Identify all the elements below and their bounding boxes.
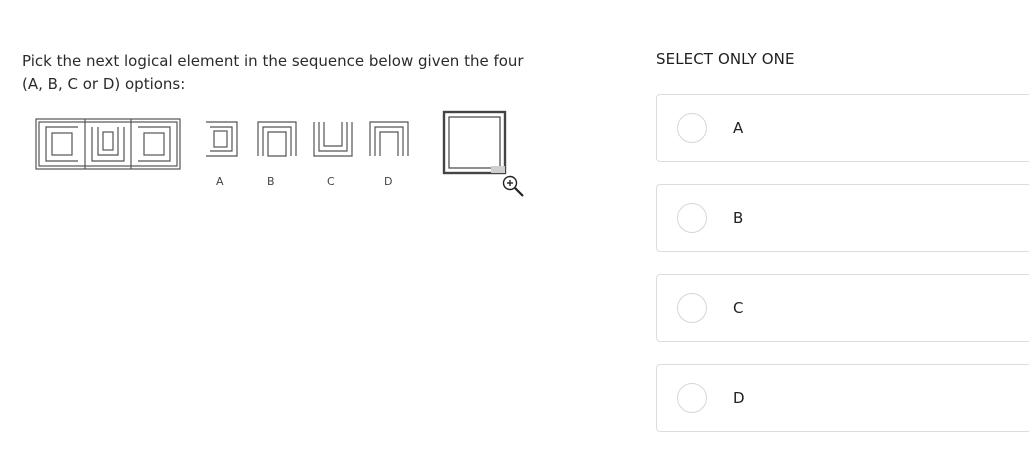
answer-option-a[interactable]: A bbox=[656, 94, 1029, 162]
radio-button-d[interactable] bbox=[677, 383, 707, 413]
answer-option-c[interactable]: C bbox=[656, 274, 1029, 342]
option-letter-a: A bbox=[216, 175, 224, 188]
sequence-figure[interactable]: A B C D bbox=[33, 108, 530, 201]
sequence-cell-3 bbox=[138, 126, 171, 162]
option-letter-d: D bbox=[384, 175, 392, 188]
option-figure-c: C bbox=[313, 122, 353, 188]
zoom-in-icon[interactable] bbox=[502, 175, 524, 197]
sequence-cell-1 bbox=[45, 126, 78, 162]
answer-label-a: A bbox=[733, 119, 744, 137]
answer-label-d: D bbox=[733, 389, 745, 407]
radio-button-c[interactable] bbox=[677, 293, 707, 323]
answer-label-c: C bbox=[733, 299, 744, 317]
radio-button-b[interactable] bbox=[677, 203, 707, 233]
sequence-cell-2 bbox=[91, 127, 125, 162]
radio-button-a[interactable] bbox=[677, 113, 707, 143]
option-letter-b: B bbox=[267, 175, 275, 188]
answer-label-b: B bbox=[733, 209, 744, 227]
option-letter-c: C bbox=[327, 175, 335, 188]
answer-placeholder-box bbox=[442, 110, 507, 175]
select-instruction: SELECT ONLY ONE bbox=[656, 50, 795, 68]
answer-option-b[interactable]: B bbox=[656, 184, 1029, 252]
option-figure-a: A bbox=[206, 121, 238, 188]
question-text: Pick the next logical element in the seq… bbox=[22, 52, 524, 93]
answer-option-d[interactable]: D bbox=[656, 364, 1029, 432]
option-figure-b: B bbox=[257, 121, 297, 188]
option-figure-d: D bbox=[369, 121, 409, 188]
